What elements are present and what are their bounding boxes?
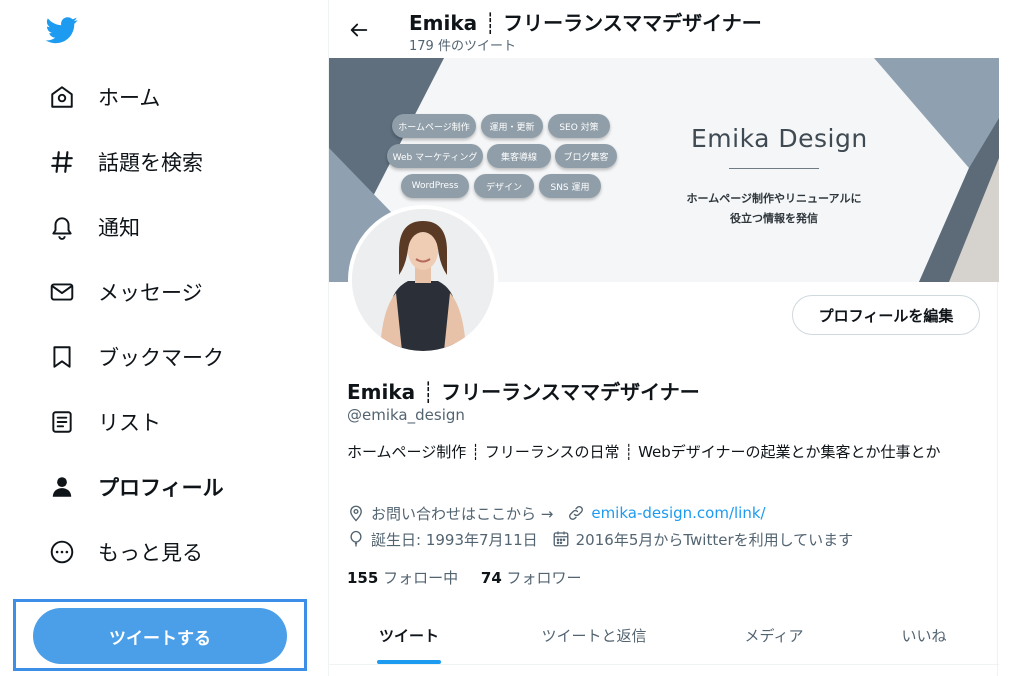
nav-messages[interactable]: メッセージ — [40, 270, 203, 314]
profile-header: Emika ┊ フリーランスママデザイナー 179 件のツイート — [329, 0, 999, 58]
twitter-bird-icon[interactable] — [44, 14, 80, 46]
nav-label: もっと見る — [98, 541, 203, 565]
banner-pill: Web マーケティング — [387, 144, 483, 168]
tweet-button[interactable]: ツイートする — [33, 608, 287, 664]
hashtag-icon — [40, 140, 84, 184]
profile-birthday: 誕生日: 1993年7月11日 — [371, 530, 538, 549]
profile-meta-row: お問い合わせはここから → emika-design.com/link/ — [347, 502, 766, 524]
person-icon — [40, 465, 84, 509]
nav-bookmarks[interactable]: ブックマーク — [40, 335, 224, 379]
profile-tabs: ツイート ツイートと返信 メディア いいね — [329, 606, 999, 665]
banner-pill: 集客導線 — [487, 144, 551, 168]
banner-tagline: 役立つ情報を発信 — [730, 212, 818, 225]
banner-pill: 運用・更新 — [481, 114, 543, 138]
banner-tagline: ホームページ制作やリニューアルに — [686, 192, 862, 205]
following-label: フォロー中 — [383, 569, 459, 587]
envelope-icon — [40, 270, 84, 314]
banner-pill: SEO 対策 — [548, 114, 610, 138]
nav-explore[interactable]: 話題を検索 — [40, 140, 203, 184]
nav-profile[interactable]: プロフィール — [40, 465, 224, 509]
followers-label: フォロワー — [506, 569, 582, 587]
calendar-icon — [552, 530, 570, 548]
following-count: 155 — [347, 569, 379, 587]
profile-website-link[interactable]: emika-design.com/link/ — [591, 504, 765, 522]
profile-handle: @emika_design — [347, 406, 465, 424]
nav-label: 話題を検索 — [98, 151, 203, 175]
followers-count: 74 — [480, 569, 502, 587]
follow-stats: 155 フォロー中 74 フォロワー — [347, 567, 582, 588]
avatar-photo — [352, 209, 494, 351]
profile-name: Emika ┊ フリーランスママデザイナー — [347, 380, 700, 404]
banner-pill: ブログ集客 — [555, 144, 617, 168]
active-tab-indicator — [377, 660, 441, 664]
edit-profile-button[interactable]: プロフィールを編集 — [792, 295, 980, 335]
following-link[interactable]: 155 フォロー中 — [347, 569, 458, 587]
banner-divider — [729, 168, 819, 169]
profile-location: お問い合わせはここから → — [371, 504, 554, 523]
profile-meta-row: 誕生日: 1993年7月11日 2016年5月からTwitterを利用しています — [347, 528, 853, 550]
followers-link[interactable]: 74 フォロワー — [481, 569, 582, 587]
profile-joined-date: 2016年5月からTwitterを利用しています — [575, 530, 854, 549]
location-pin-icon — [347, 504, 365, 522]
banner-pill: デザイン — [474, 174, 534, 198]
nav-label: プロフィール — [98, 476, 224, 500]
list-icon — [40, 400, 84, 444]
nav-more[interactable]: もっと見る — [40, 530, 203, 574]
more-circle-icon — [40, 530, 84, 574]
home-icon — [40, 75, 84, 119]
sidebar: ホーム 話題を検索 通知 メッセージ ブックマーク リスト プロフィール もっと… — [0, 0, 328, 676]
avatar[interactable] — [348, 205, 498, 355]
tweet-count: 179 件のツイート — [409, 39, 516, 54]
nav-notifications[interactable]: 通知 — [40, 205, 140, 249]
nav-label: リスト — [98, 411, 161, 435]
page-title: Emika ┊ フリーランスママデザイナー — [409, 11, 762, 35]
tab-tweets-and-replies[interactable]: ツイートと返信 — [509, 606, 679, 664]
nav-home[interactable]: ホーム — [40, 75, 160, 119]
nav-label: メッセージ — [98, 281, 203, 305]
nav-lists[interactable]: リスト — [40, 400, 161, 444]
profile-column: Emika ┊ フリーランスママデザイナー 179 件のツイート ホームページ制… — [328, 0, 999, 676]
profile-bio: ホームページ制作 ┊ フリーランスの日常 ┊ Webデザイナーの起業とか集客とか… — [347, 443, 941, 461]
tab-media[interactable]: メディア — [699, 606, 849, 664]
bookmark-icon — [40, 335, 84, 379]
back-arrow-icon[interactable] — [343, 14, 375, 46]
banner-pill: ホームページ制作 — [392, 114, 476, 138]
nav-label: 通知 — [98, 216, 140, 240]
nav-label: ホーム — [98, 86, 161, 110]
bell-icon — [40, 205, 84, 249]
banner-pill: WordPress — [401, 174, 469, 198]
link-chain-icon — [567, 504, 585, 522]
tab-tweets[interactable]: ツイート — [329, 606, 489, 664]
balloon-icon — [347, 530, 365, 548]
nav-label: ブックマーク — [98, 346, 224, 370]
tab-likes[interactable]: いいね — [859, 606, 989, 664]
banner-brand-name: Emika Design — [691, 124, 868, 153]
banner-pill: SNS 運用 — [539, 174, 601, 198]
